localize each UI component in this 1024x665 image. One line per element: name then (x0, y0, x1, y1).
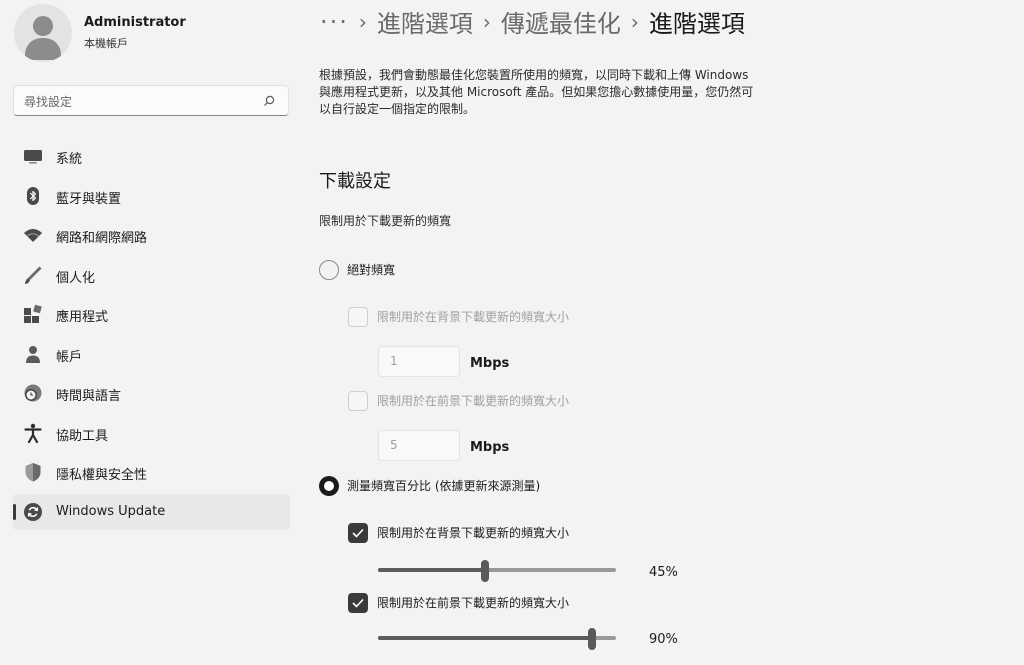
percentage-foreground-checkbox[interactable] (348, 593, 368, 613)
user-name: Administrator (84, 15, 186, 30)
absolute-foreground-unit: Mbps (470, 440, 510, 455)
user-avatar[interactable] (14, 4, 72, 62)
sidebar-item-system[interactable]: 系統 (13, 138, 290, 174)
apps-icon (24, 304, 42, 323)
update-icon (24, 502, 42, 521)
absolute-foreground-checkbox[interactable] (348, 391, 368, 411)
foreground-percentage-value: 90% (649, 632, 678, 647)
person-icon (26, 345, 40, 363)
breadcrumb-item-delivery-optimization[interactable]: 傳遞最佳化 (501, 4, 621, 39)
slider-thumb[interactable] (588, 628, 597, 650)
percentage-foreground-label: 限制用於在前景下載更新的頻寬大小 (377, 596, 570, 610)
sidebar-item-personalization[interactable]: 個人化 (13, 257, 290, 293)
avatar-head (33, 16, 53, 36)
background-percentage-slider[interactable] (378, 560, 616, 582)
chevron-right-icon: › (482, 9, 491, 34)
sidebar-item-label: 藍牙與裝置 (56, 191, 122, 207)
avatar-body (25, 38, 61, 60)
breadcrumb-item-advanced-options[interactable]: 進階選項 (377, 4, 473, 39)
foreground-percentage-slider[interactable] (378, 628, 616, 650)
sidebar: Administrator 本機帳戶 系統 藍牙與裝置 (0, 0, 300, 665)
absolute-foreground-label: 限制用於在前景下載更新的頻寬大小 (377, 394, 570, 408)
sidebar-item-windows-update[interactable]: Windows Update (13, 493, 290, 530)
absolute-background-unit: Mbps (470, 356, 510, 371)
download-settings-title: 下載設定 (319, 171, 391, 192)
absolute-background-mbps-input[interactable]: 1 (378, 346, 460, 377)
brush-icon (25, 266, 42, 284)
sidebar-item-label: 系統 (56, 152, 83, 167)
sidebar-item-time-language[interactable]: 時間與語言 (13, 375, 290, 411)
sidebar-nav: 系統 藍牙與裝置 網路和網際網路 個人化 應用程式 帳戶 時間與語言 協助工具 … (13, 138, 290, 533)
absolute-foreground-mbps-input[interactable]: 5 (378, 430, 460, 461)
search-box[interactable] (13, 85, 289, 116)
slider-fill (378, 636, 593, 640)
system-icon (24, 150, 42, 164)
accessibility-icon (24, 423, 42, 443)
checkmark-icon (352, 528, 364, 538)
absolute-background-value: 1 (390, 354, 398, 368)
chevron-right-icon: › (630, 9, 639, 34)
sidebar-item-accessibility[interactable]: 協助工具 (13, 415, 290, 451)
page-description: 根據預設，我們會動態最佳化您裝置所使用的頻寬，以同時下載和上傳 Windows … (319, 68, 754, 116)
breadcrumb: ··· › 進階選項 › 傳遞最佳化 › 進階選項 (320, 4, 745, 39)
shield-icon (25, 463, 41, 482)
sidebar-item-bluetooth[interactable]: 藍牙與裝置 (13, 178, 290, 214)
clock-globe-icon (24, 384, 42, 402)
percentage-background-label: 限制用於在背景下載更新的頻寬大小 (377, 526, 570, 540)
bluetooth-icon (27, 186, 39, 205)
absolute-bandwidth-radio[interactable] (319, 260, 339, 280)
absolute-foreground-value: 5 (390, 438, 398, 452)
sidebar-item-label: 帳戶 (56, 349, 83, 365)
breadcrumb-current: 進階選項 (648, 10, 745, 38)
search-icon[interactable] (263, 95, 275, 107)
active-indicator (13, 503, 16, 520)
sidebar-item-label: 應用程式 (56, 310, 109, 325)
absolute-background-label: 限制用於在背景下載更新的頻寬大小 (377, 310, 570, 324)
sidebar-item-apps[interactable]: 應用程式 (13, 296, 290, 332)
absolute-background-checkbox[interactable] (348, 307, 368, 327)
absolute-bandwidth-label[interactable]: 絕對頻寬 (347, 261, 395, 278)
sidebar-item-privacy[interactable]: 隱私權與安全性 (13, 454, 290, 490)
sidebar-item-accounts[interactable]: 帳戶 (13, 336, 290, 372)
wifi-icon (24, 229, 42, 242)
sidebar-item-label: 網路和網際網路 (56, 231, 148, 246)
search-input[interactable] (22, 90, 256, 114)
slider-thumb[interactable] (481, 560, 490, 582)
sidebar-item-label: 隱私權與安全性 (56, 468, 148, 483)
sidebar-item-network[interactable]: 網路和網際網路 (13, 217, 290, 253)
chevron-right-icon: › (358, 9, 367, 34)
sidebar-item-label: 協助工具 (56, 428, 109, 444)
breadcrumb-more[interactable]: ··· (320, 8, 349, 36)
checkmark-icon (352, 598, 364, 608)
sidebar-item-label: 個人化 (56, 270, 96, 286)
percentage-background-checkbox[interactable] (348, 523, 368, 543)
user-account-type: 本機帳戶 (84, 37, 128, 50)
download-settings-subtitle: 限制用於下載更新的頻寬 (319, 214, 452, 228)
slider-fill (378, 568, 486, 572)
sidebar-item-label: Windows Update (56, 503, 166, 519)
sidebar-item-label: 時間與語言 (56, 389, 122, 404)
background-percentage-value: 45% (649, 565, 678, 580)
percentage-bandwidth-radio[interactable] (319, 476, 339, 496)
percentage-bandwidth-label[interactable]: 測量頻寬百分比 (依據更新來源測量) (347, 477, 540, 494)
